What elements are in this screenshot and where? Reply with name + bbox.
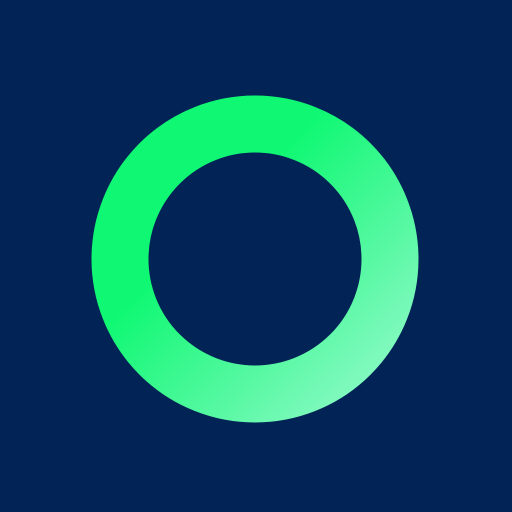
ring-logo-icon [0, 0, 512, 512]
background [0, 0, 512, 512]
app-icon-canvas [0, 0, 512, 512]
